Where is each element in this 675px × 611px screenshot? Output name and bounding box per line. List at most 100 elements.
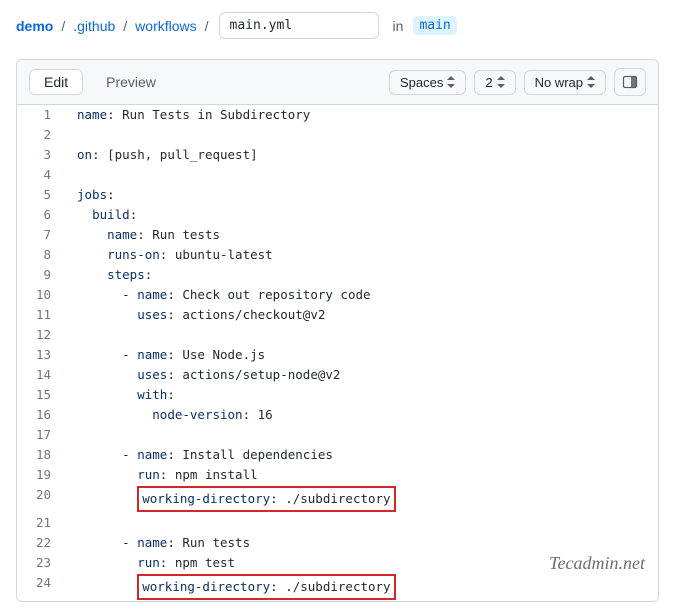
- line-number: 14: [17, 365, 67, 385]
- indent-size-label: 2: [485, 75, 492, 90]
- breadcrumb-repo[interactable]: demo: [16, 18, 53, 34]
- line-number: 21: [17, 513, 67, 533]
- code-line[interactable]: 3on: [push, pull_request]: [17, 145, 658, 165]
- code-content[interactable]: - name: Use Node.js: [67, 345, 658, 365]
- sort-icon: [497, 76, 505, 88]
- code-content[interactable]: working-directory: ./subdirectory: [67, 573, 658, 601]
- code-line[interactable]: 7 name: Run tests: [17, 225, 658, 245]
- code-line[interactable]: 8 runs-on: ubuntu-latest: [17, 245, 658, 265]
- breadcrumb-sep: /: [57, 18, 69, 34]
- code-line[interactable]: 6 build:: [17, 205, 658, 225]
- code-content[interactable]: runs-on: ubuntu-latest: [67, 245, 658, 265]
- line-number: 2: [17, 125, 67, 145]
- code-content[interactable]: - name: Install dependencies: [67, 445, 658, 465]
- code-line[interactable]: 22 - name: Run tests: [17, 533, 658, 553]
- code-content[interactable]: name: Run Tests in Subdirectory: [67, 105, 658, 125]
- tab-edit[interactable]: Edit: [29, 69, 83, 95]
- line-number: 9: [17, 265, 67, 285]
- indent-mode-select[interactable]: Spaces: [389, 70, 466, 95]
- line-number: 24: [17, 573, 67, 601]
- line-number: 18: [17, 445, 67, 465]
- code-line[interactable]: 9 steps:: [17, 265, 658, 285]
- code-content[interactable]: - name: Run tests: [67, 533, 658, 553]
- code-content[interactable]: run: npm test: [67, 553, 658, 573]
- code-line[interactable]: 12: [17, 325, 658, 345]
- layout-toggle-button[interactable]: [614, 68, 646, 96]
- breadcrumb-folder-workflows[interactable]: workflows: [135, 18, 196, 34]
- code-line[interactable]: 5jobs:: [17, 185, 658, 205]
- line-number: 12: [17, 325, 67, 345]
- line-number: 13: [17, 345, 67, 365]
- line-number: 11: [17, 305, 67, 325]
- code-content[interactable]: node-version: 16: [67, 405, 658, 425]
- wrap-select[interactable]: No wrap: [524, 70, 606, 95]
- code-line[interactable]: 21: [17, 513, 658, 533]
- in-label: in: [393, 18, 404, 34]
- breadcrumb-sep: /: [119, 18, 131, 34]
- code-line[interactable]: 18 - name: Install dependencies: [17, 445, 658, 465]
- code-line[interactable]: 14 uses: actions/setup-node@v2: [17, 365, 658, 385]
- code-line[interactable]: 4: [17, 165, 658, 185]
- line-number: 10: [17, 285, 67, 305]
- line-number: 17: [17, 425, 67, 445]
- code-content[interactable]: uses: actions/setup-node@v2: [67, 365, 658, 385]
- line-number: 4: [17, 165, 67, 185]
- code-content[interactable]: [67, 513, 658, 533]
- line-number: 22: [17, 533, 67, 553]
- code-content[interactable]: on: [push, pull_request]: [67, 145, 658, 165]
- code-content[interactable]: with:: [67, 385, 658, 405]
- code-content[interactable]: steps:: [67, 265, 658, 285]
- code-line[interactable]: 20 working-directory: ./subdirectory: [17, 485, 658, 513]
- line-number: 15: [17, 385, 67, 405]
- code-line[interactable]: 11 uses: actions/checkout@v2: [17, 305, 658, 325]
- code-content[interactable]: uses: actions/checkout@v2: [67, 305, 658, 325]
- filename-input[interactable]: [219, 12, 379, 39]
- code-content[interactable]: jobs:: [67, 185, 658, 205]
- code-content[interactable]: working-directory: ./subdirectory: [67, 485, 658, 513]
- code-content[interactable]: run: npm install: [67, 465, 658, 485]
- tab-preview[interactable]: Preview: [91, 69, 171, 95]
- indent-mode-label: Spaces: [400, 75, 443, 90]
- line-number: 3: [17, 145, 67, 165]
- code-content[interactable]: [67, 165, 658, 185]
- code-line[interactable]: 19 run: npm install: [17, 465, 658, 485]
- breadcrumb: demo / .github / workflows / in main: [0, 0, 675, 59]
- code-content[interactable]: - name: Check out repository code: [67, 285, 658, 305]
- branch-badge[interactable]: main: [413, 16, 456, 35]
- code-line[interactable]: 1name: Run Tests in Subdirectory: [17, 105, 658, 125]
- code-content[interactable]: name: Run tests: [67, 225, 658, 245]
- highlight-box: working-directory: ./subdirectory: [137, 574, 395, 600]
- code-line[interactable]: 17: [17, 425, 658, 445]
- line-number: 1: [17, 105, 67, 125]
- sort-icon: [447, 76, 455, 88]
- wrap-label: No wrap: [535, 75, 583, 90]
- code-line[interactable]: 13 - name: Use Node.js: [17, 345, 658, 365]
- line-number: 23: [17, 553, 67, 573]
- line-number: 7: [17, 225, 67, 245]
- code-line[interactable]: 15 with:: [17, 385, 658, 405]
- toolbar: Edit Preview Spaces 2 No wrap: [17, 60, 658, 105]
- indent-size-select[interactable]: 2: [474, 70, 515, 95]
- code-content[interactable]: [67, 125, 658, 145]
- breadcrumb-sep: /: [201, 18, 213, 34]
- line-number: 8: [17, 245, 67, 265]
- code-line[interactable]: 23 run: npm test: [17, 553, 658, 573]
- code-line[interactable]: 2: [17, 125, 658, 145]
- code-content[interactable]: [67, 325, 658, 345]
- breadcrumb-folder-github[interactable]: .github: [73, 18, 115, 34]
- line-number: 16: [17, 405, 67, 425]
- line-number: 20: [17, 485, 67, 513]
- code-line[interactable]: 24 working-directory: ./subdirectory: [17, 573, 658, 601]
- editor-frame: Edit Preview Spaces 2 No wrap: [16, 59, 659, 602]
- sidebar-collapse-icon: [622, 74, 638, 90]
- code-content[interactable]: [67, 425, 658, 445]
- highlight-box: working-directory: ./subdirectory: [137, 486, 395, 512]
- code-editor[interactable]: 1name: Run Tests in Subdirectory2 3on: […: [17, 105, 658, 601]
- code-line[interactable]: 10 - name: Check out repository code: [17, 285, 658, 305]
- line-number: 5: [17, 185, 67, 205]
- code-line[interactable]: 16 node-version: 16: [17, 405, 658, 425]
- code-content[interactable]: build:: [67, 205, 658, 225]
- line-number: 19: [17, 465, 67, 485]
- line-number: 6: [17, 205, 67, 225]
- sort-icon: [587, 76, 595, 88]
